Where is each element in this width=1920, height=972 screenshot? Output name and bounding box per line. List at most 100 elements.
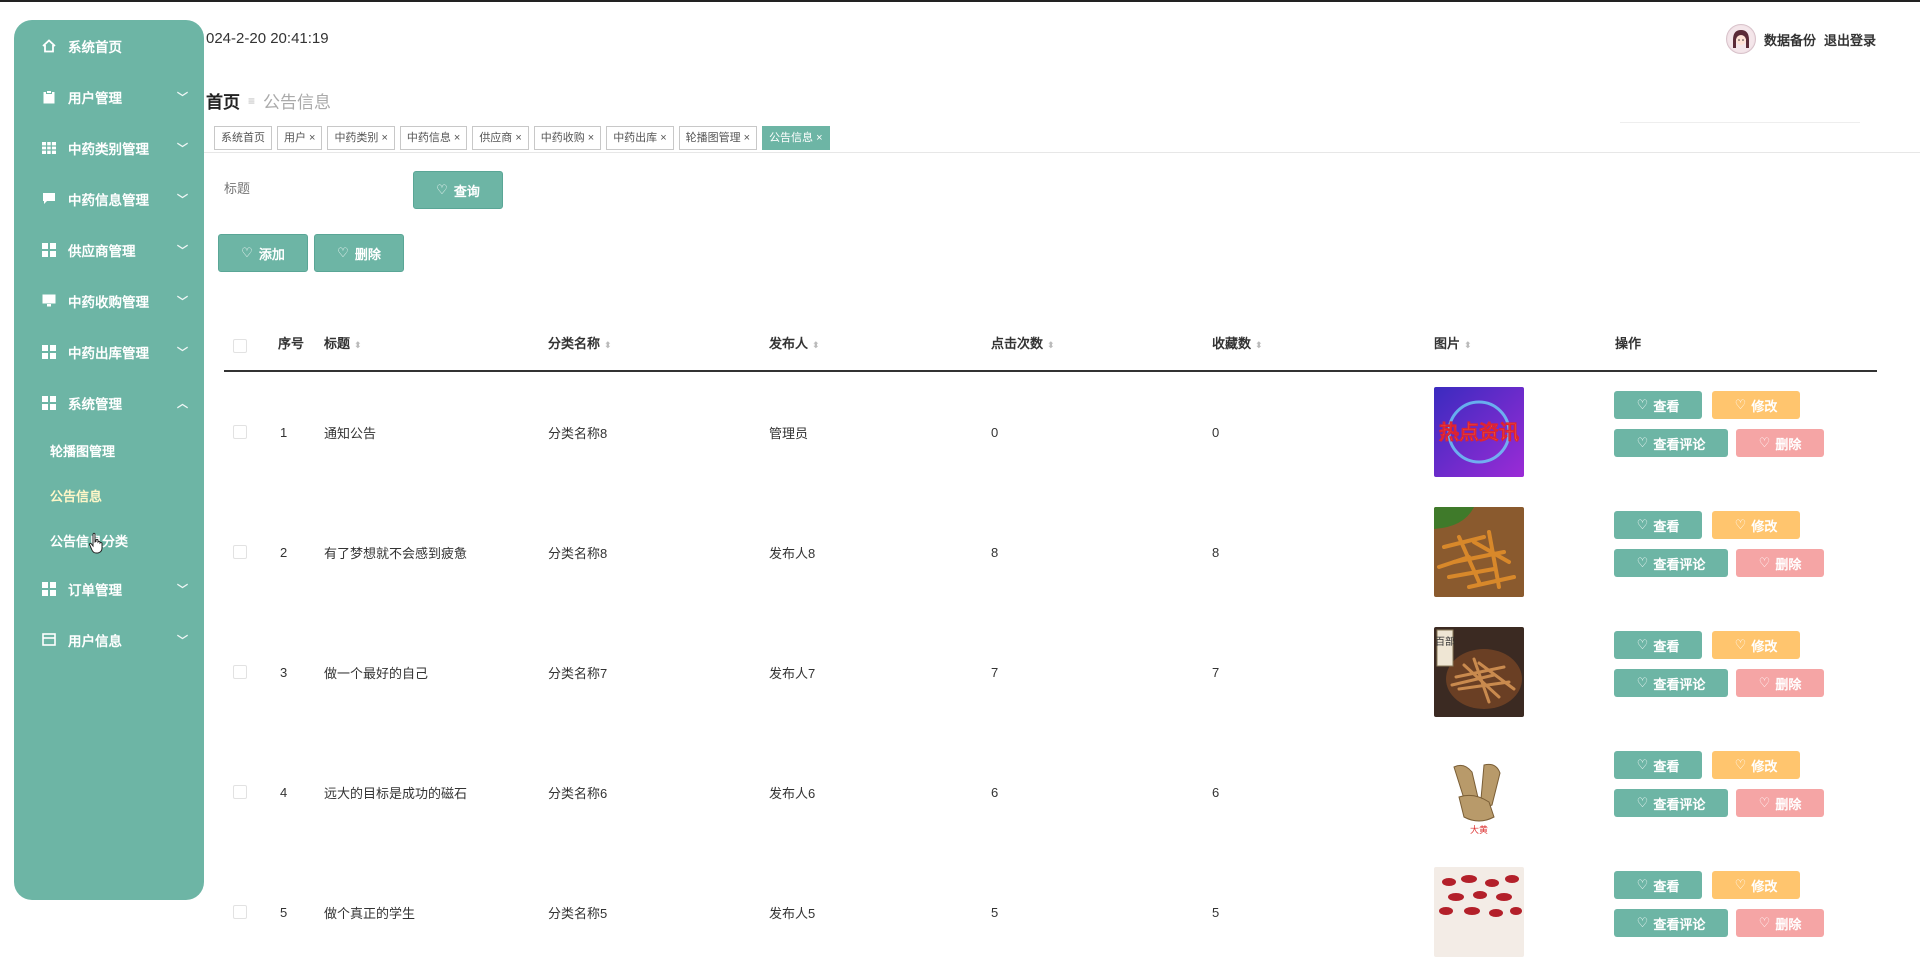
view-button[interactable]: ♡ 查看 (1614, 631, 1702, 659)
sidebar-item-orders[interactable]: 订单管理 ﹀ (14, 563, 204, 614)
tab-carousel[interactable]: 轮播图管理 × (678, 126, 758, 150)
row-checkbox[interactable] (233, 545, 247, 559)
heart-icon: ♡ (337, 245, 349, 260)
sidebar-item-user-info[interactable]: 用户信息 ﹀ (14, 614, 204, 665)
view-button[interactable]: ♡ 查看 (1614, 511, 1702, 539)
sort-icon[interactable]: ⬍ (1464, 340, 1472, 350)
table-row: 1 通知公告 分类名称8 管理员 0 0 热点资讯 ♡ 查看 ♡ 修改 ♡ 查看评论 … (224, 372, 1877, 492)
cell-clicks: 7 (991, 664, 999, 680)
herb-image[interactable]: 大黄 (1434, 747, 1524, 837)
row-checkbox[interactable] (233, 665, 247, 679)
heart-icon: ♡ (1636, 915, 1649, 930)
close-icon[interactable]: × (660, 132, 666, 144)
divider (1620, 122, 1860, 123)
row-delete-button[interactable]: ♡ 删除 (1736, 789, 1824, 817)
add-button[interactable]: ♡ 添加 (218, 234, 308, 272)
row-delete-button[interactable]: ♡ 删除 (1736, 669, 1824, 697)
close-icon[interactable]: × (816, 132, 822, 144)
sidebar-subitem-carousel[interactable]: 轮播图管理 (14, 428, 204, 473)
tab-user[interactable]: 用户 × (277, 126, 323, 150)
heart-icon: ♡ (1636, 757, 1649, 772)
row-checkbox[interactable] (233, 785, 247, 799)
breadcrumb-home[interactable]: 首页 (206, 88, 240, 113)
tab-herb-info[interactable]: 中药信息 × (399, 126, 468, 150)
close-icon[interactable]: × (744, 132, 750, 144)
column-header-clicks[interactable]: 点击次数 ⬍ (991, 328, 1055, 370)
open-tabs: 系统首页 用户 × 中药类别 × 中药信息 × 供应商 × 中药收购 × 中药出库 × 轮播… (214, 126, 830, 150)
view-comments-button[interactable]: ♡ 查看评论 (1614, 789, 1728, 817)
sidebar-item-user-management[interactable]: 用户管理 ﹀ (14, 71, 204, 122)
sidebar-item-system[interactable]: 系统管理 ︿ (14, 377, 204, 428)
cell-title: 做个真正的学生 (324, 905, 416, 921)
data-backup-link[interactable]: 数据备份 (1764, 30, 1816, 49)
close-icon[interactable]: × (588, 132, 594, 144)
sidebar-item-herb-info[interactable]: 中药信息管理 ﹀ (14, 173, 204, 224)
sidebar-subitem-notice[interactable]: 公告信息 (14, 473, 204, 518)
tab-label: 系统首页 (221, 132, 265, 144)
edit-button[interactable]: ♡ 修改 (1712, 751, 1800, 779)
heart-icon: ♡ (1636, 397, 1649, 412)
view-comments-button[interactable]: ♡ 查看评论 (1614, 909, 1728, 937)
close-icon[interactable]: × (381, 132, 387, 144)
heart-icon: ♡ (1758, 435, 1771, 450)
view-comments-button[interactable]: ♡ 查看评论 (1614, 429, 1728, 457)
tab-supplier[interactable]: 供应商 × (472, 126, 529, 150)
column-header-image[interactable]: 图片 ⬍ (1434, 328, 1472, 370)
edit-button[interactable]: ♡ 修改 (1712, 631, 1800, 659)
table-icon (42, 141, 56, 155)
cell-favorites: 5 (1212, 904, 1220, 920)
sidebar-item-supplier[interactable]: 供应商管理 ﹀ (14, 224, 204, 275)
sidebar-item-herb-category[interactable]: 中药类别管理 ﹀ (14, 122, 204, 173)
herb-image[interactable] (1434, 507, 1524, 597)
tab-herb-category[interactable]: 中药类别 × (327, 126, 395, 150)
edit-button[interactable]: ♡ 修改 (1712, 511, 1800, 539)
sort-icon[interactable]: ⬍ (1255, 340, 1263, 350)
herb-image[interactable]: 百部 (1434, 627, 1524, 717)
view-comments-button[interactable]: ♡ 查看评论 (1614, 669, 1728, 697)
tab-home[interactable]: 系统首页 (214, 126, 272, 150)
sort-icon[interactable]: ⬍ (604, 340, 612, 350)
logout-link[interactable]: 退出登录 (1824, 30, 1876, 49)
column-header-title[interactable]: 标题 ⬍ (324, 328, 362, 370)
view-button[interactable]: ♡ 查看 (1614, 391, 1702, 419)
row-delete-button[interactable]: ♡ 删除 (1736, 909, 1824, 937)
row-checkbox[interactable] (233, 905, 247, 919)
sidebar-item-home[interactable]: 系统首页 (14, 20, 204, 71)
sidebar-item-label: 中药信息管理 (68, 192, 149, 208)
column-header-no: 序号 (278, 336, 305, 351)
edit-button[interactable]: ♡ 修改 (1712, 391, 1800, 419)
row-delete-button[interactable]: ♡ 删除 (1736, 429, 1824, 457)
cell-title: 做一个最好的自己 (324, 665, 429, 681)
sort-icon[interactable]: ⬍ (812, 340, 820, 350)
sort-icon[interactable]: ⬍ (354, 340, 362, 350)
delete-button[interactable]: ♡ 删除 (314, 234, 404, 272)
title-search-input[interactable] (216, 172, 412, 204)
column-header-category[interactable]: 分类名称 ⬍ (548, 328, 612, 370)
avatar[interactable] (1725, 24, 1756, 54)
sidebar-item-herb-purchase[interactable]: 中药收购管理 ﹀ (14, 275, 204, 326)
close-icon[interactable]: × (454, 132, 460, 144)
heart-icon: ♡ (1758, 555, 1771, 570)
close-icon[interactable]: × (515, 132, 521, 144)
row-checkbox[interactable] (233, 425, 247, 439)
column-header-favorites[interactable]: 收藏数 ⬍ (1212, 328, 1263, 370)
search-button[interactable]: ♡ 查询 (413, 171, 503, 209)
sidebar-item-herb-outbound[interactable]: 中药出库管理 ﹀ (14, 326, 204, 377)
tab-label: 公告信息 (769, 132, 814, 144)
edit-button[interactable]: ♡ 修改 (1712, 871, 1800, 899)
view-button[interactable]: ♡ 查看 (1614, 871, 1702, 899)
tab-herb-purchase[interactable]: 中药收购 × (533, 126, 602, 150)
news-banner-image[interactable]: 热点资讯 (1434, 387, 1524, 477)
row-delete-button[interactable]: ♡ 删除 (1736, 549, 1824, 577)
herb-image[interactable] (1434, 867, 1524, 957)
sidebar-subitem-notice-category[interactable]: 公告信息分类 (14, 518, 204, 563)
select-all-checkbox[interactable] (233, 339, 247, 353)
close-icon[interactable]: × (309, 132, 315, 144)
view-button[interactable]: ♡ 查看 (1614, 751, 1702, 779)
column-header-actions: 操作 (1615, 336, 1642, 351)
column-header-publisher[interactable]: 发布人 ⬍ (769, 328, 820, 370)
tab-notice[interactable]: 公告信息 × (762, 126, 830, 150)
sort-icon[interactable]: ⬍ (1047, 340, 1055, 350)
view-comments-button[interactable]: ♡ 查看评论 (1614, 549, 1728, 577)
tab-herb-outbound[interactable]: 中药出库 × (606, 126, 674, 150)
